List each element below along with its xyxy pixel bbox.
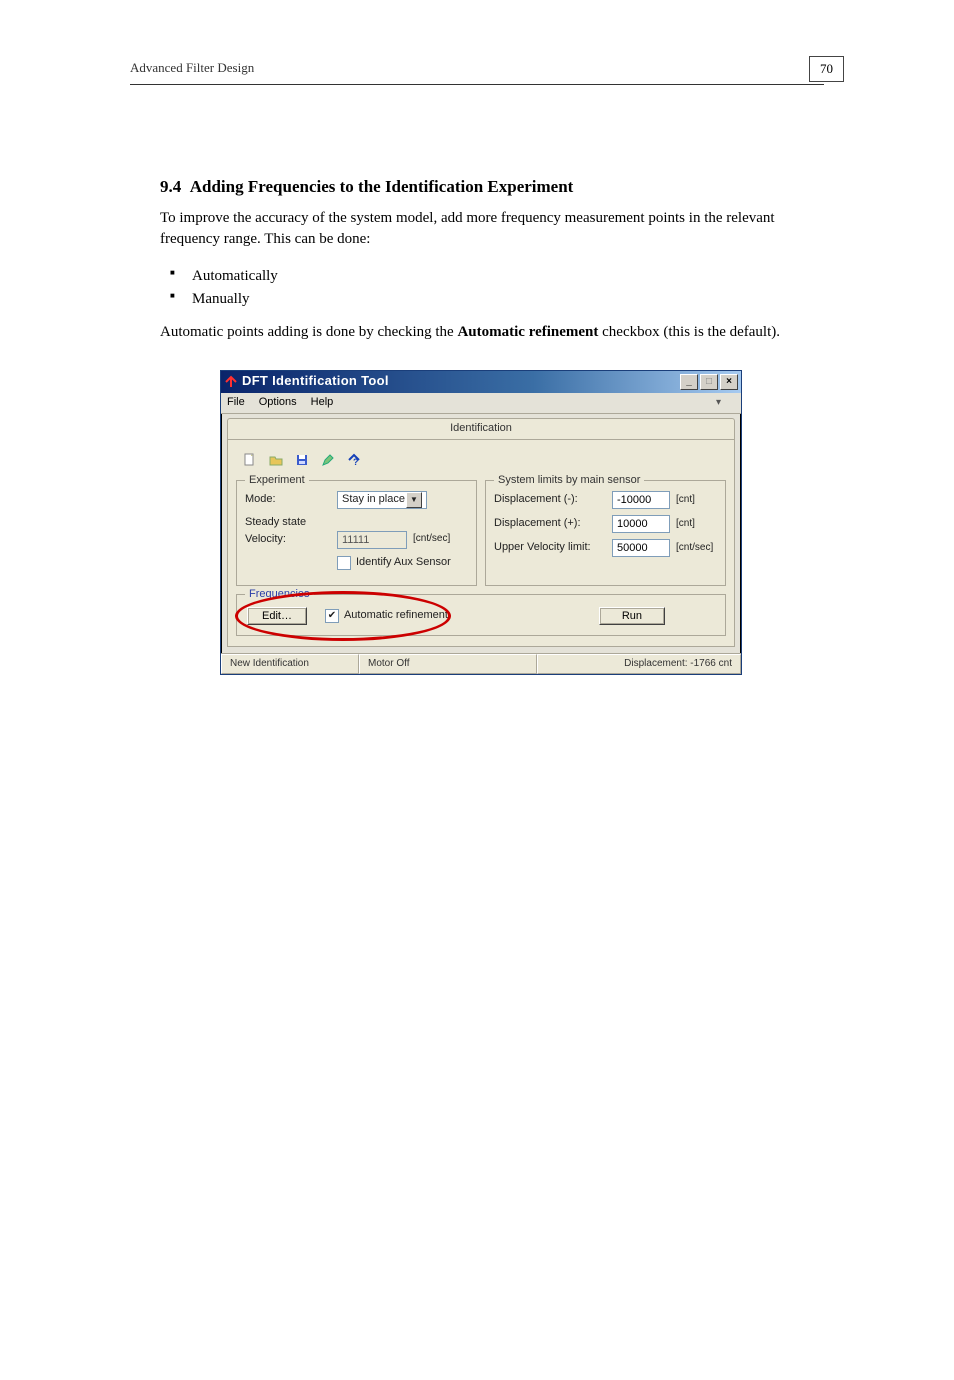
system-limits-group: System limits by main sensor Displacemen… [485, 480, 726, 586]
svg-text:?: ? [353, 457, 359, 467]
group-legend: Experiment [245, 473, 309, 489]
auto-refinement-checkbox[interactable]: ✔ [325, 609, 339, 623]
menu-help[interactable]: Help [311, 395, 334, 411]
dft-window: DFT Identification Tool _ □ × File Optio… [220, 370, 742, 675]
unit-label: [cnt] [676, 517, 695, 532]
help-icon[interactable]: ? [342, 449, 366, 471]
experiment-group: Experiment Mode: Stay in place ▼ St [236, 480, 477, 586]
window-title: DFT Identification Tool [242, 372, 680, 391]
open-icon[interactable] [264, 449, 288, 471]
tab-identification[interactable]: Identification [227, 418, 735, 439]
velocity-input [337, 531, 407, 549]
menu-options[interactable]: Options [259, 395, 297, 411]
list-item: Manually [170, 288, 814, 311]
page-number: 70 [809, 56, 844, 82]
status-bar: New Identification Motor Off Displacemen… [221, 653, 741, 675]
unit-label: [cnt] [676, 493, 695, 508]
unit-label: [cnt/sec] [676, 541, 713, 556]
section-heading: 9.4 Adding Frequencies to the Identifica… [160, 175, 814, 200]
list-item: Automatically [170, 265, 814, 288]
run-button[interactable]: Run [599, 607, 665, 625]
auto-refinement-label: Automatic refinement [344, 608, 448, 624]
upper-vel-input[interactable] [612, 539, 670, 557]
velocity-unit: [cnt/sec] [413, 532, 450, 547]
disp-neg-label: Displacement (-): [494, 492, 612, 508]
minimize-button[interactable]: _ [680, 374, 698, 390]
titlebar[interactable]: DFT Identification Tool _ □ × [221, 371, 741, 393]
intro-paragraph: To improve the accuracy of the system mo… [160, 208, 814, 252]
disp-neg-input[interactable] [612, 491, 670, 509]
status-displacement: Displacement: -1766 cnt [537, 654, 741, 675]
save-icon[interactable] [290, 449, 314, 471]
edit-icon[interactable] [316, 449, 340, 471]
method-list: Automatically Manually [160, 265, 814, 310]
velocity-label: Velocity: [245, 532, 337, 548]
disp-pos-input[interactable] [612, 515, 670, 533]
auto-paragraph: Automatic points adding is done by check… [160, 322, 814, 344]
mode-label: Mode: [245, 492, 337, 508]
chevron-down-icon[interactable]: ▼ [406, 492, 422, 508]
menu-file[interactable]: File [227, 395, 245, 411]
status-identification: New Identification [221, 654, 359, 675]
aux-sensor-checkbox[interactable] [337, 556, 351, 570]
steady-state-label: Steady state [245, 515, 337, 531]
maximize-button: □ [700, 374, 718, 390]
dialog-screenshot: DFT Identification Tool _ □ × File Optio… [220, 370, 814, 675]
close-button[interactable]: × [720, 374, 738, 390]
edit-button[interactable]: Edit… [247, 607, 307, 625]
new-icon[interactable] [238, 449, 262, 471]
group-legend: System limits by main sensor [494, 473, 644, 489]
aux-sensor-label: Identify Aux Sensor [356, 555, 451, 571]
upper-vel-label: Upper Velocity limit: [494, 540, 612, 556]
app-icon [224, 375, 238, 389]
menu-bar[interactable]: File Options Help ▾ [221, 393, 741, 414]
status-motor: Motor Off [359, 654, 537, 675]
mode-select[interactable]: Stay in place ▼ [337, 491, 427, 509]
running-head: Advanced Filter Design [130, 60, 254, 76]
frequencies-group: Frequencies Edit… ✔ Automatic refinement… [236, 594, 726, 636]
group-legend: Frequencies [245, 587, 314, 603]
toolbar: ? [236, 446, 726, 474]
disp-pos-label: Displacement (+): [494, 516, 612, 532]
chevron-down-icon[interactable]: ▾ [716, 396, 721, 411]
